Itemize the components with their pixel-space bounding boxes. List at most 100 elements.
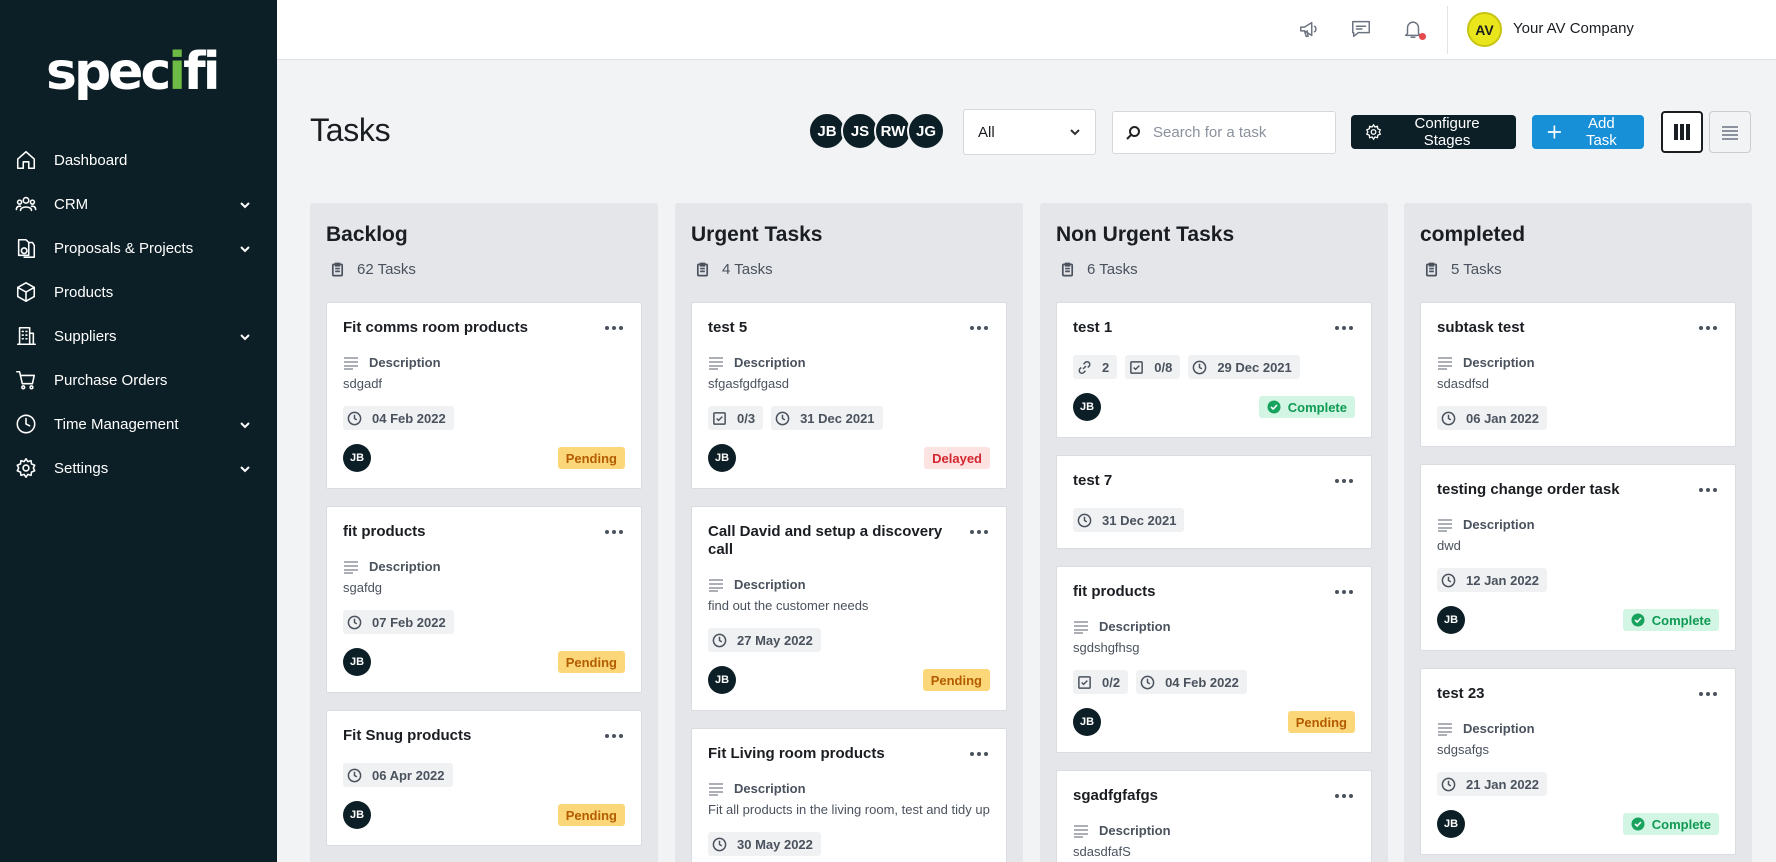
clipboard-icon xyxy=(331,262,344,277)
due-date-chip: 31 Dec 2021 xyxy=(771,406,883,430)
checkbox-icon xyxy=(1078,675,1091,689)
search-input[interactable] xyxy=(1153,124,1323,141)
task-card[interactable]: Fit Snug products 06 Apr 2022 JB Pending xyxy=(326,710,642,846)
status-badge: Pending xyxy=(557,804,625,826)
plus-icon xyxy=(1547,125,1561,139)
sidebar-item-crm[interactable]: CRM xyxy=(0,182,277,226)
company-avatar[interactable]: AV xyxy=(1467,12,1502,47)
more-options-icon[interactable] xyxy=(1697,483,1719,497)
due-date: 06 Apr 2022 xyxy=(372,767,445,783)
sidebar-item-label: CRM xyxy=(54,195,89,213)
home-icon xyxy=(14,148,38,172)
more-options-icon[interactable] xyxy=(1333,321,1355,335)
due-date: 12 Jan 2022 xyxy=(1466,572,1540,588)
chat-icon[interactable] xyxy=(1350,18,1374,42)
text-lines-icon xyxy=(1438,356,1452,370)
status-text: Complete xyxy=(1651,612,1711,628)
task-card[interactable]: testing change order task Description dw… xyxy=(1420,464,1736,651)
more-options-icon[interactable] xyxy=(968,747,990,761)
assignee-avatar[interactable]: JB xyxy=(708,666,736,694)
sidebar-item-suppliers[interactable]: Suppliers xyxy=(0,314,277,358)
task-card[interactable]: fit products Description sgdshgfhsg 0/2 … xyxy=(1056,566,1372,753)
column-count: 4 Tasks xyxy=(691,261,1007,278)
meta-row: 30 May 2022 xyxy=(708,832,990,856)
box-icon xyxy=(14,280,38,304)
company-name[interactable]: Your AV Company xyxy=(1513,20,1634,37)
task-card[interactable]: subtask test Description sdasdfsd 06 Jan… xyxy=(1420,302,1736,447)
configure-stages-label: Configure Stages xyxy=(1414,115,1480,149)
filter-value: All xyxy=(978,123,995,141)
assignee-avatar[interactable]: JB xyxy=(1073,393,1101,421)
more-options-icon[interactable] xyxy=(1333,474,1355,488)
sidebar-item-label: Purchase Orders xyxy=(54,371,168,389)
assignee-avatar[interactable]: JB xyxy=(1437,810,1465,838)
clock-icon xyxy=(1441,573,1456,587)
more-options-icon[interactable] xyxy=(1697,321,1719,335)
list-view-button[interactable] xyxy=(1709,111,1751,153)
board-view-button[interactable] xyxy=(1661,111,1703,153)
description-label: Description xyxy=(343,355,625,370)
task-card[interactable]: fit products Description sgafdg 07 Feb 2… xyxy=(326,506,642,693)
assignee-avatar[interactable]: JB xyxy=(343,801,371,829)
more-options-icon[interactable] xyxy=(1333,789,1355,803)
assignee-avatar[interactable]: JB xyxy=(708,444,736,472)
chevron-down-icon xyxy=(239,330,251,342)
task-card[interactable]: test 23 Description sdgsafgs 21 Jan 2022… xyxy=(1420,668,1736,855)
card-list: subtask test Description sdasdfsd 06 Jan… xyxy=(1420,302,1736,855)
task-card[interactable]: Call David and setup a discovery call De… xyxy=(691,506,1007,711)
text-lines-icon xyxy=(709,578,723,592)
more-options-icon[interactable] xyxy=(1697,687,1719,701)
task-card[interactable]: Fit comms room products Description sdga… xyxy=(326,302,642,489)
sidebar-item-time-management[interactable]: Time Management xyxy=(0,402,277,446)
description-label-text: Description xyxy=(369,559,441,574)
sidebar-item-proposals-projects[interactable]: Proposals & Projects xyxy=(0,226,277,270)
more-options-icon[interactable] xyxy=(603,321,625,335)
column-urgent-tasks: Urgent Tasks 4 Tasks test 5 Description … xyxy=(675,203,1023,862)
specifi-logo[interactable]: specifi xyxy=(46,36,221,98)
task-filter-select[interactable]: All xyxy=(963,109,1096,155)
bell-icon[interactable] xyxy=(1402,18,1426,42)
column-count-text: 5 Tasks xyxy=(1451,261,1502,278)
description-label: Description xyxy=(1073,619,1355,634)
assignee-avatar[interactable]: JB xyxy=(1073,708,1101,736)
task-card[interactable]: test 1 2 0/8 29 Dec 2021 JB Complete xyxy=(1056,302,1372,438)
task-title: Fit Living room products xyxy=(708,745,885,762)
text-lines-icon xyxy=(344,560,358,574)
text-lines-icon xyxy=(1074,824,1088,838)
sidebar-item-dashboard[interactable]: Dashboard xyxy=(0,138,277,182)
assignee-avatar[interactable]: JB xyxy=(1437,606,1465,634)
assignee-avatar[interactable]: JB xyxy=(343,648,371,676)
more-options-icon[interactable] xyxy=(603,729,625,743)
chevron-down-icon xyxy=(239,198,251,210)
clock-icon xyxy=(1441,777,1456,791)
megaphone-icon[interactable] xyxy=(1298,18,1322,42)
assignee-avatar[interactable]: JG xyxy=(907,112,945,150)
task-card[interactable]: Fit Living room products Description Fit… xyxy=(691,728,1007,862)
task-title: testing change order task xyxy=(1437,481,1620,498)
task-title: test 23 xyxy=(1437,685,1485,702)
clock-icon xyxy=(347,411,362,425)
sidebar-item-settings[interactable]: Settings xyxy=(0,446,277,490)
due-date-chip: 04 Feb 2022 xyxy=(343,406,454,430)
due-date-chip: 21 Jan 2022 xyxy=(1437,772,1548,796)
more-options-icon[interactable] xyxy=(968,321,990,335)
description-text: sdgadf xyxy=(343,376,383,391)
task-card[interactable]: test 5 Description sfgasfgdfgasd 0/3 31 … xyxy=(691,302,1007,489)
assignee-avatar[interactable]: JB xyxy=(343,444,371,472)
description-label-text: Description xyxy=(734,781,806,796)
clipboard-icon xyxy=(696,262,709,277)
description-label-text: Description xyxy=(1099,619,1171,634)
more-options-icon[interactable] xyxy=(603,525,625,539)
more-options-icon[interactable] xyxy=(968,525,990,539)
task-card[interactable]: test 7 31 Dec 2021 xyxy=(1056,455,1372,549)
sidebar-item-products[interactable]: Products xyxy=(0,270,277,314)
task-card[interactable]: sgadfgfafgs Description sdasdfafS xyxy=(1056,770,1372,862)
add-task-button[interactable]: Add Task xyxy=(1532,115,1644,149)
due-date-chip: 27 May 2022 xyxy=(708,628,821,652)
sidebar-item-label: Time Management xyxy=(54,415,179,433)
more-options-icon[interactable] xyxy=(1333,585,1355,599)
due-date-chip: 06 Apr 2022 xyxy=(343,763,453,787)
sidebar-item-purchase-orders[interactable]: Purchase Orders xyxy=(0,358,277,402)
clock-icon xyxy=(775,411,790,425)
configure-stages-button[interactable]: Configure Stages xyxy=(1351,115,1516,149)
